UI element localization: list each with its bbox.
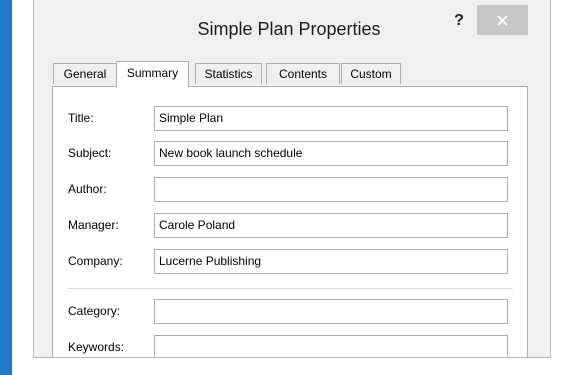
close-button[interactable]: [477, 5, 528, 35]
title-bar[interactable]: Simple Plan Properties ?: [34, 0, 550, 56]
help-button[interactable]: ?: [446, 8, 472, 34]
title-field[interactable]: Simple Plan: [154, 106, 508, 131]
tab-summary[interactable]: Summary: [116, 61, 189, 88]
keywords-row: Keywords:: [53, 335, 529, 357]
manager-label: Manager:: [68, 218, 119, 232]
title-row: Title: Simple Plan: [53, 106, 529, 132]
subject-row: Subject: New book launch schedule: [53, 141, 529, 167]
author-row: Author:: [53, 177, 529, 203]
section-divider: [67, 288, 513, 289]
summary-panel: Title: Simple Plan Subject: New book lau…: [52, 86, 529, 357]
keywords-field[interactable]: [154, 335, 508, 357]
tab-statistics[interactable]: Statistics: [195, 63, 262, 84]
close-icon: [497, 15, 508, 26]
company-label: Company:: [68, 254, 123, 268]
category-label: Category:: [68, 304, 121, 318]
title-label: Title:: [68, 111, 94, 125]
company-row: Company: Lucerne Publishing: [53, 249, 529, 275]
background-accent-strip: [0, 0, 12, 375]
subject-field[interactable]: New book launch schedule: [154, 141, 508, 166]
subject-label: Subject:: [68, 146, 112, 160]
keywords-label: Keywords:: [68, 340, 125, 354]
author-label: Author:: [68, 182, 107, 196]
properties-dialog: Simple Plan Properties ? General Summary…: [33, 0, 551, 358]
tab-general[interactable]: General: [53, 63, 117, 84]
tab-custom[interactable]: Custom: [341, 63, 401, 84]
category-field[interactable]: [154, 299, 508, 324]
manager-row: Manager: Carole Poland: [53, 213, 529, 239]
author-field[interactable]: [154, 177, 508, 202]
company-field[interactable]: Lucerne Publishing: [154, 249, 508, 274]
category-row: Category:: [53, 299, 529, 325]
tab-contents[interactable]: Contents: [266, 63, 340, 84]
manager-field[interactable]: Carole Poland: [154, 213, 508, 238]
tab-strip: General Summary Statistics Contents Cust…: [53, 61, 533, 89]
